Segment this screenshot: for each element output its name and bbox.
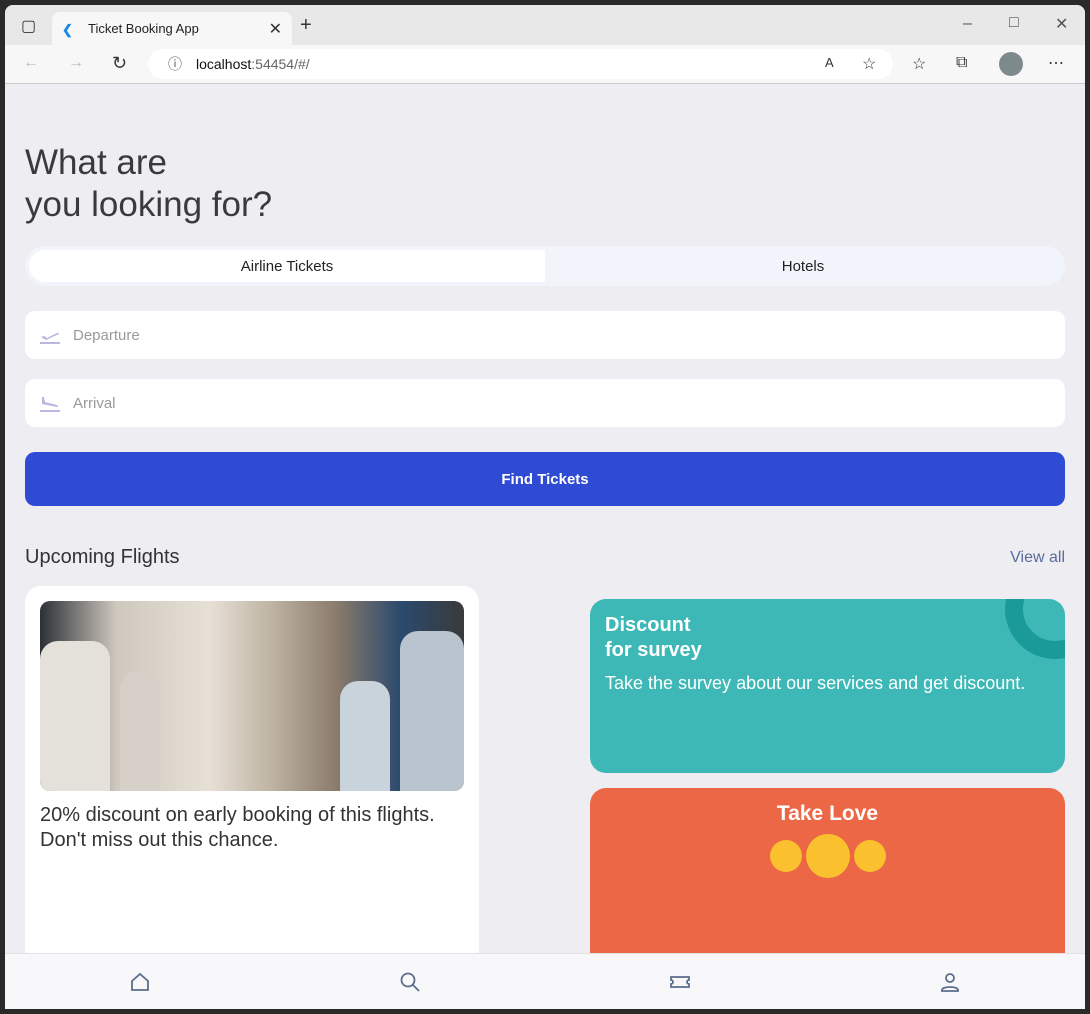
app-page: What are you looking for? Airline Tickets… bbox=[5, 84, 1085, 1009]
tab-title: Ticket Booking App bbox=[88, 21, 199, 36]
forward-icon[interactable]: → bbox=[68, 54, 84, 72]
take-love-title: Take Love bbox=[776, 802, 879, 825]
home-icon bbox=[131, 972, 149, 991]
back-icon[interactable]: ← bbox=[23, 54, 39, 72]
profile-icon bbox=[941, 972, 959, 992]
page-title: What are you looking for? bbox=[25, 143, 273, 224]
profile-avatar[interactable] bbox=[999, 52, 1023, 76]
airplane-cabin-image bbox=[40, 601, 464, 791]
view-all-link[interactable]: View all bbox=[1010, 549, 1065, 567]
maximize-icon[interactable]: □ bbox=[1009, 14, 1019, 32]
read-aloud-icon[interactable]: A bbox=[825, 55, 834, 70]
browser-window: ▢ ❮ Ticket Booking App ✕ + – □ ✕ ← → ↻ ⓘ… bbox=[5, 5, 1085, 1009]
url-host: localhost bbox=[196, 56, 252, 72]
sidebar-toggle-icon[interactable]: ▢ bbox=[21, 16, 36, 36]
arrival-placeholder: Arrival bbox=[73, 394, 116, 412]
find-tickets-button[interactable]: Find Tickets bbox=[25, 452, 1065, 506]
new-tab-icon[interactable]: + bbox=[300, 14, 312, 37]
bottom-navigation bbox=[5, 953, 1085, 1009]
address-bar-row: ← → ↻ ⓘ localhost:54454/#/ A ☆ ☆ ⧉ ⋯ bbox=[5, 45, 1085, 84]
departure-input[interactable]: Departure bbox=[25, 311, 1065, 359]
flight-takeoff-icon bbox=[40, 332, 60, 344]
ticket-type-segmented-control: Airline Tickets Hotels bbox=[25, 246, 1065, 286]
favorite-icon[interactable]: ☆ bbox=[862, 54, 876, 74]
tab-bar: ▢ ❮ Ticket Booking App ✕ + – □ ✕ bbox=[5, 5, 1085, 45]
flight-card[interactable]: 20% discount on early booking of this fl… bbox=[25, 586, 479, 966]
departure-placeholder: Departure bbox=[73, 326, 140, 344]
smiling-hearts-emoji-icon bbox=[805, 834, 850, 878]
minimize-icon[interactable]: – bbox=[963, 15, 972, 33]
more-icon[interactable]: ⋯ bbox=[1048, 53, 1064, 73]
collections-icon[interactable]: ⧉ bbox=[956, 54, 967, 72]
favorites-icon[interactable]: ☆ bbox=[912, 54, 926, 74]
survey-card[interactable]: Discount for survey Take the survey about… bbox=[590, 599, 1065, 773]
info-icon: ⓘ bbox=[168, 56, 182, 72]
tab-airline-tickets[interactable]: Airline Tickets bbox=[29, 250, 545, 282]
url-path: :54454/#/ bbox=[251, 56, 310, 72]
close-tab-icon[interactable]: ✕ bbox=[269, 19, 282, 39]
url-field[interactable]: ⓘ localhost:54454/#/ bbox=[148, 49, 893, 79]
heart-eyes-emoji-icon bbox=[769, 840, 802, 872]
flutter-icon: ❮ bbox=[62, 21, 73, 37]
survey-text: Take the survey about our services and g… bbox=[605, 673, 1026, 693]
reload-icon[interactable]: ↻ bbox=[112, 53, 127, 74]
nav-tickets[interactable] bbox=[545, 954, 815, 1009]
browser-tab[interactable]: ❮ Ticket Booking App ✕ bbox=[52, 12, 292, 45]
nav-home[interactable] bbox=[5, 954, 275, 1009]
nav-profile[interactable] bbox=[815, 954, 1085, 1009]
nav-search[interactable] bbox=[275, 954, 545, 1009]
search-icon bbox=[400, 972, 420, 992]
close-window-icon[interactable]: ✕ bbox=[1055, 14, 1068, 34]
arrival-input[interactable]: Arrival bbox=[25, 379, 1065, 427]
tab-hotels[interactable]: Hotels bbox=[545, 250, 1061, 282]
ticket-icon bbox=[670, 975, 690, 988]
flight-card-text: 20% discount on early booking of this fl… bbox=[40, 804, 435, 851]
survey-title: Discount for survey bbox=[605, 614, 702, 661]
section-title: Upcoming Flights bbox=[25, 546, 180, 568]
kissing-emoji-icon bbox=[853, 840, 886, 872]
flight-land-icon bbox=[40, 397, 60, 412]
